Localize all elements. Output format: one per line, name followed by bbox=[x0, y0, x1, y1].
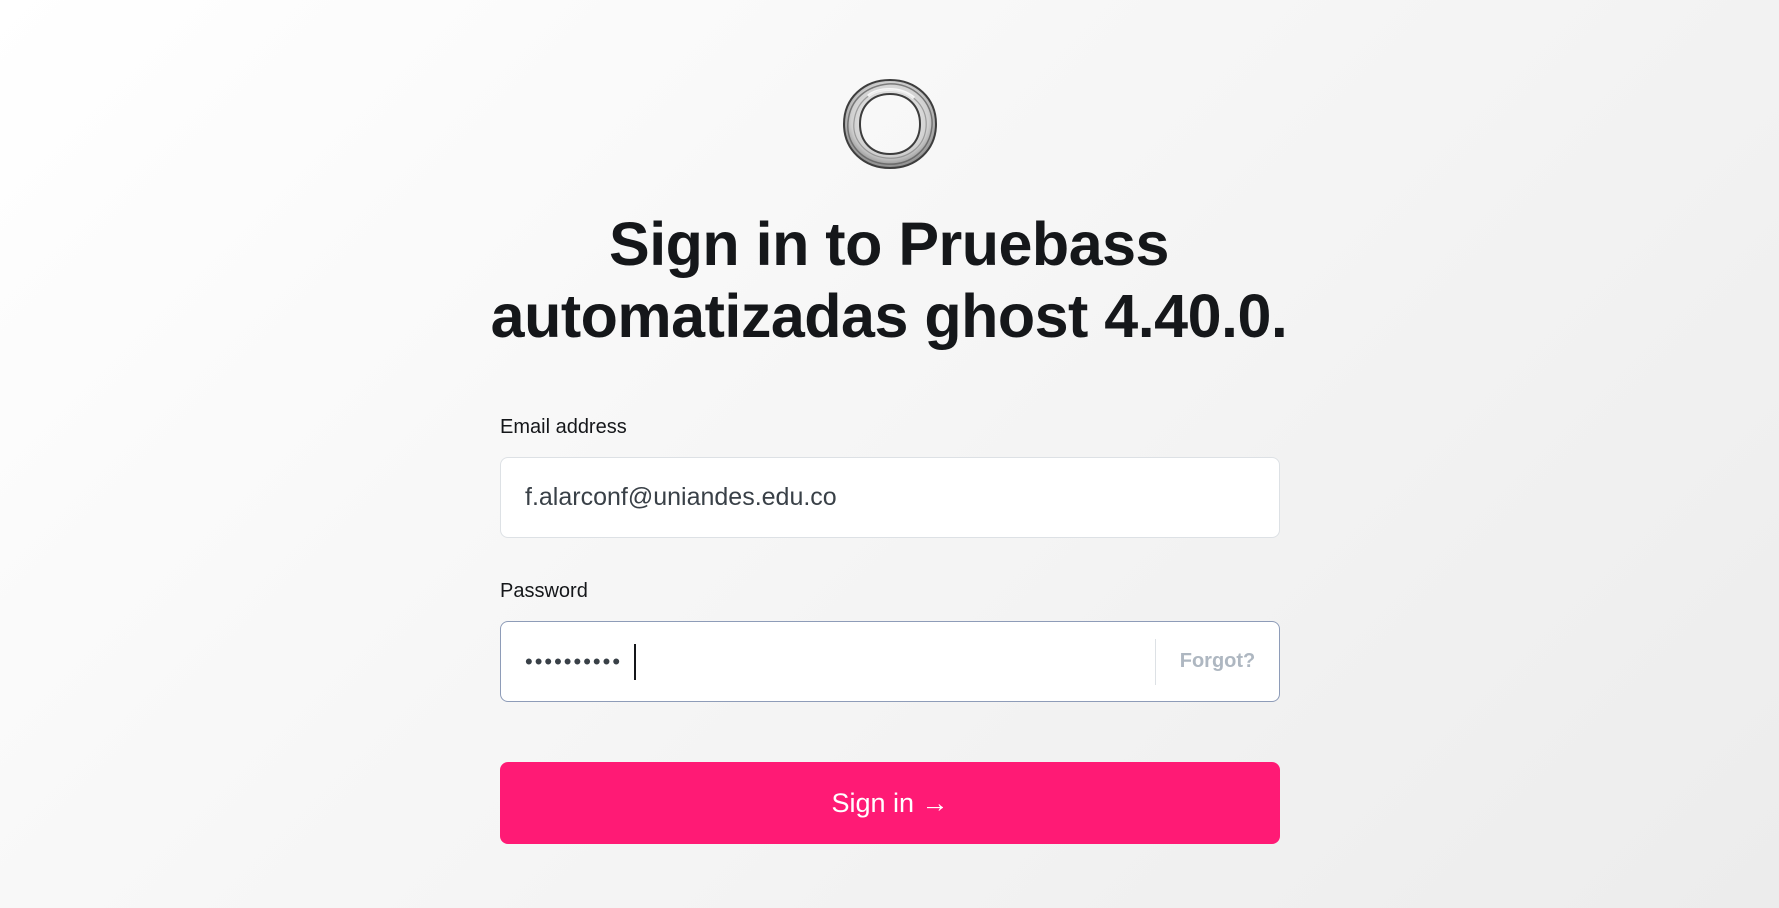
password-group: Password Forgot? bbox=[500, 578, 1280, 702]
ring-logo-icon bbox=[842, 78, 938, 170]
email-input[interactable] bbox=[525, 458, 1255, 537]
password-input[interactable] bbox=[525, 622, 1155, 701]
forgot-password-link[interactable]: Forgot? bbox=[1156, 650, 1279, 673]
signin-page: Sign in to Pruebass automatizadas ghost … bbox=[0, 0, 1779, 908]
email-label: Email address bbox=[500, 416, 627, 438]
sign-in-button[interactable]: Sign in → bbox=[500, 762, 1280, 844]
title-line-2: automatizadas ghost 4.40.0. bbox=[490, 282, 1288, 350]
email-input-box[interactable] bbox=[500, 457, 1280, 538]
title-line-1: Sign in to Pruebass bbox=[609, 210, 1169, 278]
signin-form: Email address Password Forgot? Sign in → bbox=[500, 414, 1280, 844]
password-label: Password bbox=[500, 580, 588, 602]
page-title: Sign in to Pruebass automatizadas ghost … bbox=[389, 208, 1389, 352]
password-input-box[interactable]: Forgot? bbox=[500, 621, 1280, 702]
text-caret bbox=[634, 644, 636, 680]
email-group: Email address bbox=[500, 414, 1280, 538]
